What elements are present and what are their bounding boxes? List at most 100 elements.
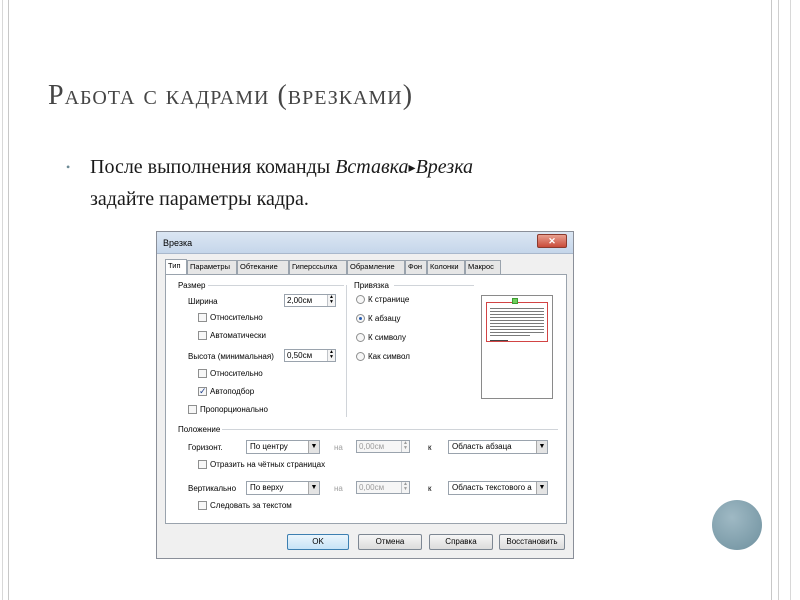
tab-options[interactable]: Параметры	[187, 260, 237, 274]
auto-width-label: Автоматически	[210, 331, 266, 340]
relative-width-label: Относительно	[210, 313, 263, 322]
anchor-as-char-radio[interactable]	[356, 352, 365, 361]
vertical-on-label: на	[334, 484, 343, 493]
preview-line	[490, 317, 544, 318]
preview-line	[490, 320, 544, 321]
bullet-text: После выполнения команды Вставка▸Врезка …	[90, 152, 630, 214]
spin-arrows-icon[interactable]: ▲ ▼	[327, 350, 335, 361]
slide-border-right	[778, 0, 779, 600]
preview-line	[490, 314, 544, 315]
decorative-circle	[712, 500, 762, 550]
tab-type[interactable]: Тип	[165, 259, 187, 274]
horizontal-offset-value: 0,00см	[359, 442, 385, 451]
menu-arrow-icon: ▸	[408, 161, 416, 176]
preview-line	[490, 326, 544, 327]
width-label: Ширина	[188, 297, 218, 306]
vertical-label: Вертикально	[188, 484, 237, 493]
preview-line	[490, 323, 544, 324]
width-spinner[interactable]: 2,00см ▲ ▼	[284, 294, 336, 307]
help-button[interactable]: Справка	[429, 534, 493, 550]
horizontal-label: Горизонт.	[188, 443, 223, 452]
group-separator	[346, 285, 347, 417]
anchor-paragraph-label: К абзацу	[368, 314, 401, 323]
horizontal-offset-spinner[interactable]: 0,00см ▲ ▼	[356, 440, 410, 453]
dialog-titlebar[interactable]: Врезка ✕	[157, 232, 573, 254]
chevron-down-icon[interactable]: ▼	[536, 441, 547, 453]
relative-width-checkbox[interactable]	[198, 313, 207, 322]
size-group-label: Размер	[178, 281, 206, 290]
anchor-paragraph-radio[interactable]	[356, 314, 365, 323]
relative-height-checkbox[interactable]	[198, 369, 207, 378]
anchor-char-label: К символу	[368, 333, 406, 342]
close-button[interactable]: ✕	[537, 234, 567, 248]
horizontal-select-value: По центру	[250, 442, 288, 451]
autofit-checkbox[interactable]	[198, 386, 207, 397]
vertical-offset-spinner[interactable]: 0,00см ▲ ▼	[356, 481, 410, 494]
chevron-down-icon[interactable]: ▼	[308, 441, 319, 453]
proportional-label: Пропорционально	[200, 405, 268, 414]
dialog-title: Врезка	[163, 238, 193, 248]
auto-width-checkbox[interactable]	[198, 331, 207, 340]
vertical-offset-value: 0,00см	[359, 483, 385, 492]
proportional-checkbox[interactable]	[188, 405, 197, 414]
height-value: 0,50см	[287, 351, 313, 360]
chevron-down-icon[interactable]: ▼	[308, 482, 319, 494]
height-spinner[interactable]: 0,50см ▲ ▼	[284, 349, 336, 362]
horizontal-target-value: Область абзаца	[452, 442, 512, 451]
frame-preview	[481, 295, 553, 399]
vertical-to-label: к	[428, 484, 432, 493]
anchor-group-divider	[394, 285, 474, 286]
chevron-down-icon[interactable]: ▼	[536, 482, 547, 494]
mirror-checkbox[interactable]	[198, 460, 207, 469]
bullet-text-plain: После выполнения команды	[90, 156, 336, 178]
tab-columns[interactable]: Колонки	[427, 260, 465, 274]
vertical-select[interactable]: По верху ▼	[246, 481, 320, 495]
ok-button[interactable]: OK	[287, 534, 349, 550]
menu-insert: Вставка	[335, 156, 409, 178]
horizontal-to-label: к	[428, 443, 432, 452]
relative-height-label: Относительно	[210, 369, 263, 378]
reset-button[interactable]: Восстановить	[499, 534, 565, 550]
bullet-dot: •	[66, 160, 71, 174]
preview-anchor-marker	[512, 298, 518, 304]
spin-arrows-icon[interactable]: ▲ ▼	[401, 441, 409, 452]
preview-line	[490, 340, 508, 341]
tab-background[interactable]: Фон	[405, 260, 427, 274]
tab-panel-type: Размер Ширина 2,00см ▲ ▼ Относительно Авт…	[165, 274, 567, 524]
size-group-divider	[208, 285, 344, 286]
cancel-button[interactable]: Отмена	[358, 534, 422, 550]
follow-text-label: Следовать за текстом	[210, 501, 292, 510]
horizontal-target-select[interactable]: Область абзаца ▼	[448, 440, 548, 454]
vertical-select-value: По верху	[250, 483, 284, 492]
slide-border-right-outer	[790, 0, 791, 600]
preview-line	[490, 311, 544, 312]
preview-line	[490, 308, 544, 309]
anchor-as-char-label: Как символ	[368, 352, 410, 361]
preview-line	[490, 335, 530, 336]
vertical-target-select[interactable]: Область текстового а ▼	[448, 481, 548, 495]
spin-arrows-icon[interactable]: ▲ ▼	[401, 482, 409, 493]
horizontal-select[interactable]: По центру ▼	[246, 440, 320, 454]
tab-macro[interactable]: Макрос	[465, 260, 501, 274]
preview-line	[490, 329, 544, 330]
menu-frame: Врезка	[415, 156, 474, 178]
frame-dialog: Врезка ✕ Тип Параметры Обтекание Гиперсс…	[156, 231, 574, 559]
spin-arrows-icon[interactable]: ▲ ▼	[327, 295, 335, 306]
slide-border-left	[2, 0, 3, 600]
autofit-label: Автоподбор	[210, 387, 255, 396]
anchor-char-radio[interactable]	[356, 333, 365, 342]
mirror-label: Отразить на чётных страницах	[210, 460, 326, 469]
width-value: 2,00см	[287, 296, 313, 305]
tab-hyperlink[interactable]: Гиперссылка	[289, 260, 347, 274]
height-label: Высота (минимальная)	[188, 352, 274, 361]
anchor-page-radio[interactable]	[356, 295, 365, 304]
anchor-group-label: Привязка	[354, 281, 389, 290]
position-group-divider	[222, 429, 558, 430]
follow-text-checkbox[interactable]	[198, 501, 207, 510]
position-group-label: Положение	[178, 425, 221, 434]
preview-line	[490, 332, 544, 333]
bullet-text-line2: задайте параметры кадра.	[90, 188, 309, 210]
tab-wrap[interactable]: Обтекание	[237, 260, 289, 274]
anchor-page-label: К странице	[368, 295, 410, 304]
tab-borders[interactable]: Обрамление	[347, 260, 405, 274]
